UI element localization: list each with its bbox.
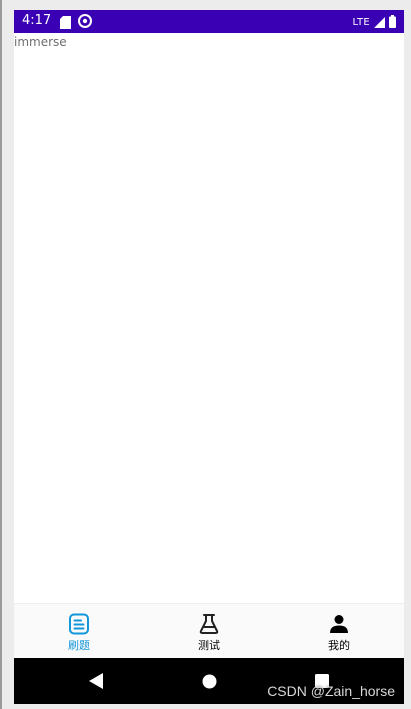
tab-ceshi[interactable]: 测试 (144, 604, 274, 659)
tab-wode[interactable]: 我的 (274, 604, 404, 659)
tab-shuati-label: 刷题 (68, 639, 90, 652)
home-icon (202, 674, 216, 688)
bottom-navigation: 刷题 测试 我的 (14, 603, 404, 659)
app-content: immerse (14, 33, 404, 603)
status-time: 4:17 (22, 13, 52, 28)
status-bar: 4:17 LTE (14, 10, 404, 33)
watermark: CSDN @Zain_horse (267, 683, 395, 699)
status-indicators: LTE (352, 13, 396, 32)
back-button[interactable] (82, 658, 110, 704)
signal-icon (374, 13, 385, 32)
tab-wode-label: 我的 (328, 639, 350, 652)
immerse-label: immerse (14, 35, 67, 49)
flask-icon (199, 614, 219, 634)
back-icon (89, 673, 103, 689)
home-button[interactable] (195, 658, 223, 704)
tab-shuati[interactable]: 刷题 (14, 604, 144, 659)
do-not-disturb-icon (78, 13, 92, 32)
phone-screen: 4:17 LTE immerse 刷题 测试 我的 (14, 10, 404, 704)
document-icon (69, 613, 89, 635)
window-edge (0, 0, 2, 709)
tab-ceshi-label: 测试 (198, 639, 220, 652)
sd-card-icon (60, 14, 71, 33)
person-icon (330, 615, 348, 633)
battery-icon (389, 13, 396, 32)
network-type: LTE (352, 17, 370, 28)
